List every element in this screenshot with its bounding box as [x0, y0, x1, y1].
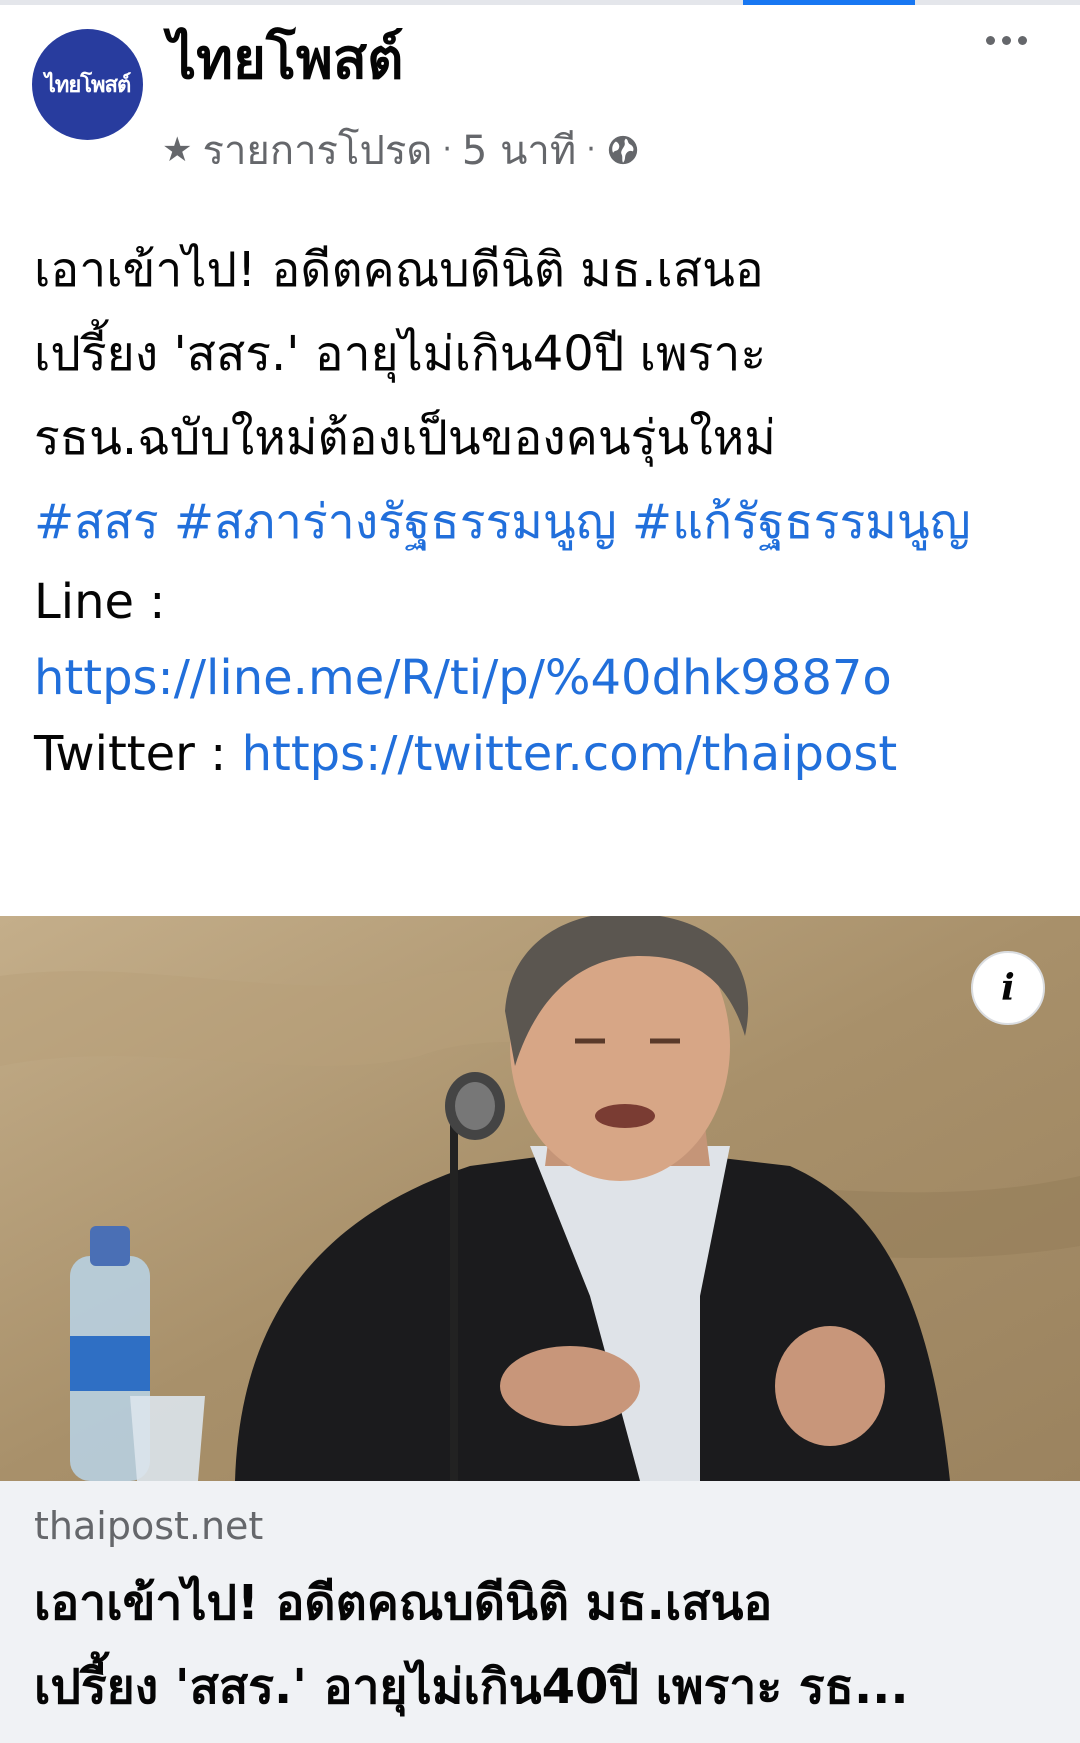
- avatar-logo-text: ไทยโพสต์: [44, 72, 131, 98]
- favorites-label: รายการโปรด: [202, 128, 433, 174]
- meta-separator: ·: [586, 132, 596, 167]
- post-meta: ★ รายการโปรด · 5 นาที ·: [162, 122, 640, 178]
- facebook-post: ไทยโพสต์ ไทยโพสต์ ★ รายการโปรด · 5 นาที …: [0, 0, 1080, 1743]
- post-time[interactable]: 5 นาที: [462, 118, 576, 182]
- post-text-line: เอาเข้าไป! อดีตคณบดีนิติ มธ.เสนอ: [34, 242, 764, 298]
- info-icon[interactable]: i: [971, 951, 1045, 1025]
- post-text-line: เปรี้ยง 'สสร.' อายุไม่เกิน40ปี เพราะ: [34, 326, 767, 382]
- hashtag-link[interactable]: #แก้รัฐธรรมนูญ: [632, 494, 971, 550]
- active-tab-indicator: [743, 0, 915, 5]
- page-name[interactable]: ไทยโพสต์: [168, 20, 403, 100]
- post-photo[interactable]: [0, 916, 1080, 1481]
- hashtag-list: #สสร #สภาร่างรัฐธรรมนูญ #แก้รัฐธรรมนูญ: [34, 480, 1054, 564]
- photo-illustration: [0, 916, 1080, 1481]
- preview-title-line: เปรี้ยง 'สสร.' อายุไม่เกิน40ปี เพราะ รธ.…: [34, 1659, 909, 1715]
- globe-icon[interactable]: [606, 133, 640, 167]
- hashtag-link[interactable]: #สสร: [34, 494, 159, 550]
- twitter-url-link[interactable]: https://twitter.com/thaipost: [242, 726, 898, 782]
- more-dot: [1017, 35, 1027, 45]
- twitter-row: Twitter : https://twitter.com/thaipost: [34, 716, 1054, 792]
- star-icon: ★: [162, 130, 193, 170]
- page-avatar[interactable]: ไทยโพสต์: [32, 29, 143, 140]
- meta-separator: ·: [442, 132, 452, 167]
- line-url-link[interactable]: https://line.me/R/ti/p/%40dhk9887o: [34, 650, 892, 706]
- post-text-line: รธน.ฉบับใหม่ต้องเป็นของคนรุ่นใหม่: [34, 410, 776, 466]
- more-options-button[interactable]: [972, 22, 1040, 58]
- preview-title-line: เอาเข้าไป! อดีตคณบดีนิติ มธ.เสนอ: [34, 1575, 773, 1631]
- hashtag-link[interactable]: #สภาร่างรัฐธรรมนูญ: [174, 494, 617, 550]
- line-label: Line :: [34, 574, 166, 630]
- more-dot: [1001, 35, 1011, 45]
- preview-title: เอาเข้าไป! อดีตคณบดีนิติ มธ.เสนอ เปรี้ยง…: [34, 1561, 1054, 1729]
- top-divider: [0, 0, 1080, 5]
- link-preview-card[interactable]: thaipost.net เอาเข้าไป! อดีตคณบดีนิติ มธ…: [0, 1481, 1080, 1743]
- twitter-label: Twitter :: [34, 726, 227, 782]
- more-horizontal-icon: [985, 35, 995, 45]
- preview-domain: thaipost.net: [34, 1504, 264, 1548]
- post-text: เอาเข้าไป! อดีตคณบดีนิติ มธ.เสนอ เปรี้ยง…: [34, 228, 1054, 792]
